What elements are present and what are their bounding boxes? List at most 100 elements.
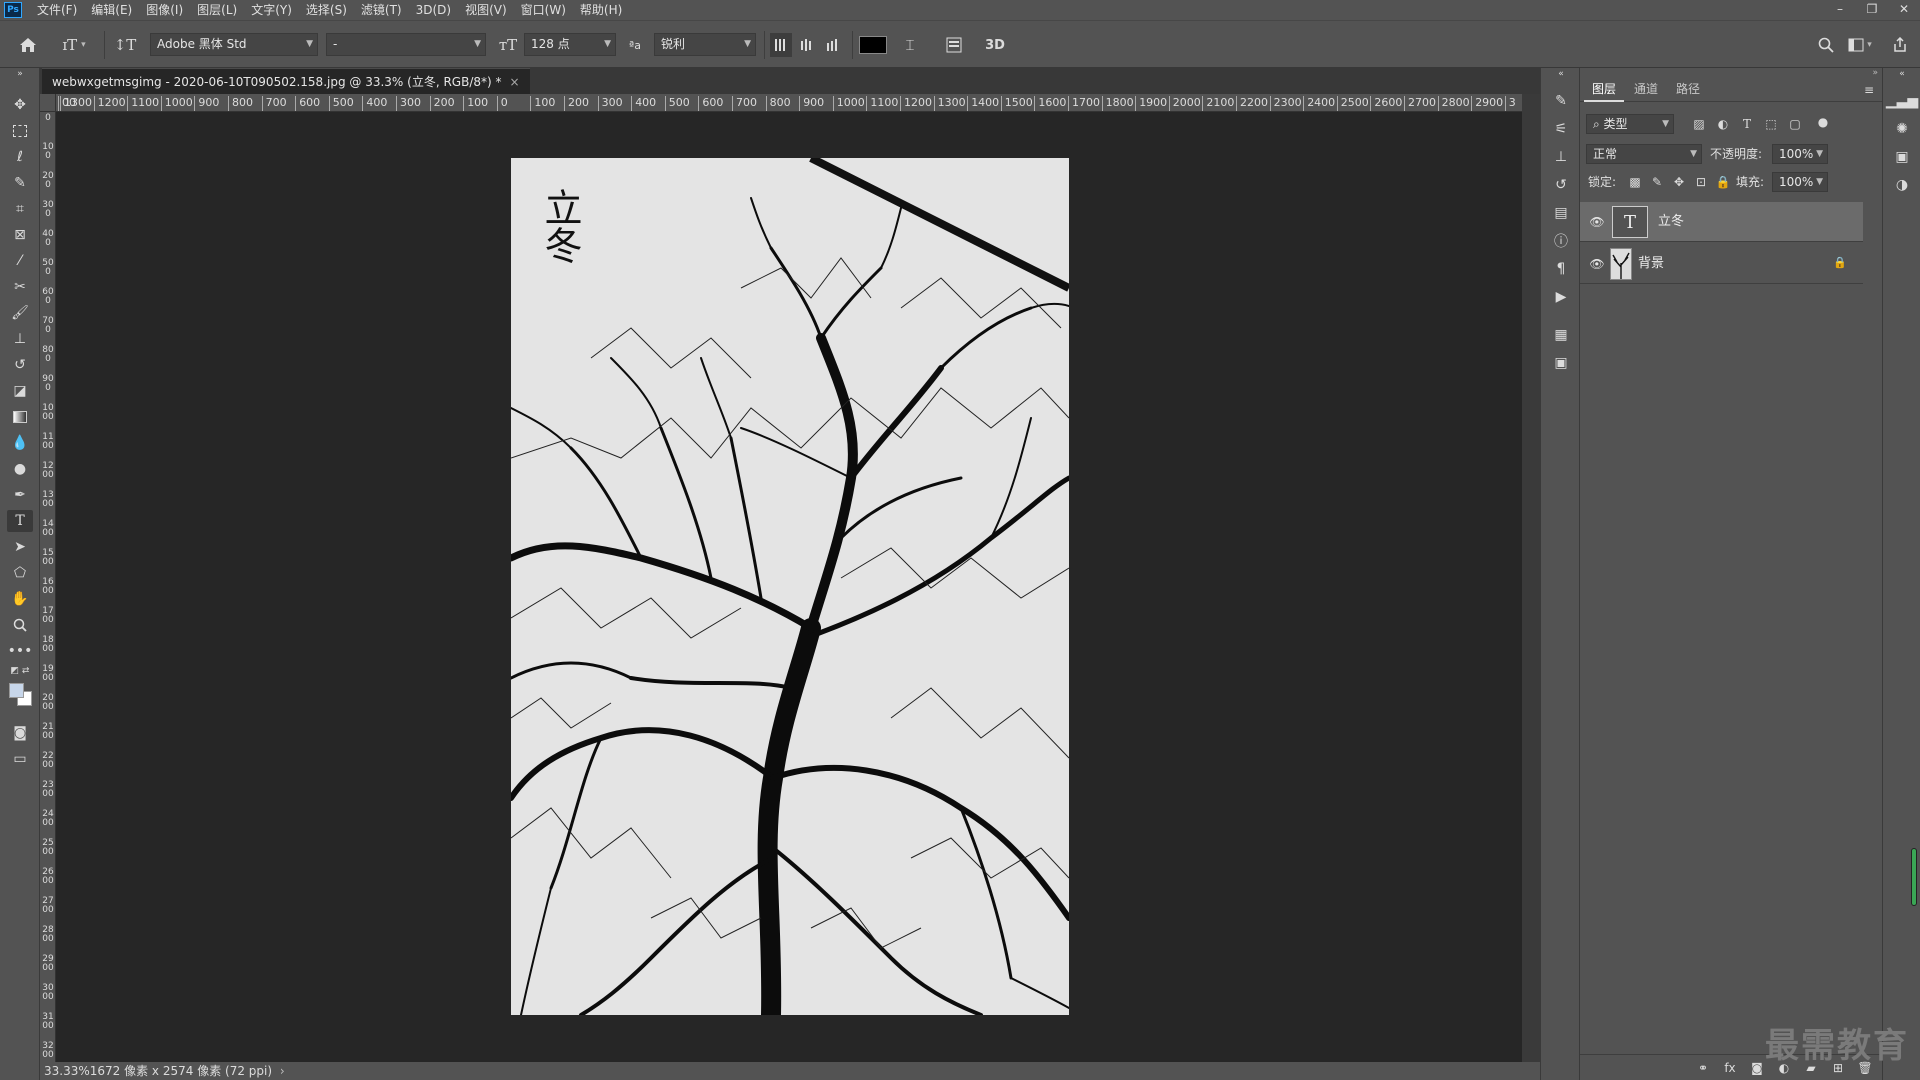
menu-filter[interactable]: 滤镜(T)	[354, 0, 409, 20]
lock-all-icon[interactable]: 🔒	[1714, 172, 1732, 192]
restore-button[interactable]: ❐	[1856, 0, 1888, 18]
move-tool-icon[interactable]: ✥	[7, 94, 33, 116]
collapse-icon[interactable]: «	[1890, 68, 1914, 80]
filter-shape-icon[interactable]: ⬚	[1762, 114, 1780, 134]
frame-tool-icon[interactable]: ⊠	[7, 224, 33, 246]
toggle-text-orientation-icon[interactable]: ↕T	[112, 33, 138, 57]
menu-help[interactable]: 帮助(H)	[573, 0, 629, 20]
close-tab-icon[interactable]: ×	[510, 75, 520, 89]
3d-button[interactable]: 3D	[982, 33, 1008, 57]
foreground-color-swatch[interactable]	[9, 683, 24, 698]
close-button[interactable]: ✕	[1888, 0, 1920, 18]
workspace-icon[interactable]: ▾	[1844, 33, 1876, 57]
blend-mode-select[interactable]: 正常 ▼	[1586, 144, 1702, 164]
text-color-swatch[interactable]	[858, 33, 888, 57]
filter-smart-object-icon[interactable]: ▢	[1786, 114, 1804, 134]
search-icon[interactable]	[1814, 33, 1838, 57]
align-center-icon[interactable]	[796, 33, 818, 57]
more-tools-icon[interactable]: •••	[7, 640, 33, 662]
layer-filter-select[interactable]: ⌕ 类型 ▼	[1586, 114, 1674, 134]
menu-window[interactable]: 窗口(W)	[514, 0, 573, 20]
gradient-tool-icon[interactable]	[7, 406, 33, 428]
notes-icon[interactable]: ▣	[1549, 352, 1573, 374]
align-right-icon[interactable]	[822, 33, 844, 57]
dodge-tool-icon[interactable]: ●	[7, 458, 33, 480]
actions-play-icon[interactable]: ▶	[1549, 286, 1573, 308]
eyedropper-tool-icon[interactable]: ⁄	[7, 250, 33, 272]
filter-adjustment-icon[interactable]: ◐	[1714, 114, 1732, 134]
align-left-icon[interactable]	[770, 33, 792, 57]
color-icon[interactable]: ◑	[1890, 174, 1914, 196]
filter-pixel-icon[interactable]: ▨	[1690, 114, 1708, 134]
brush-tool-icon[interactable]: 🖌	[7, 302, 33, 324]
histogram-icon[interactable]: ▁▃▅	[1886, 90, 1918, 112]
menu-type[interactable]: 文字(Y)	[244, 0, 299, 20]
document-tab[interactable]: webwxgetmsgimg - 2020-06-10T090502.158.j…	[42, 68, 530, 94]
panel-expand-icon[interactable]: »	[1580, 68, 1882, 78]
opacity-input[interactable]: 100% ▼	[1772, 144, 1828, 164]
minimize-button[interactable]: –	[1824, 0, 1856, 18]
filter-type-icon[interactable]: T	[1738, 114, 1756, 134]
character-panel-icon[interactable]	[942, 33, 966, 57]
navigator-icon[interactable]: ✺	[1890, 118, 1914, 140]
filter-toggle-icon[interactable]: ●	[1814, 112, 1832, 132]
horizontal-ruler[interactable]: 00 1300 1200 1100 1000 900 800 700 600 500 400 300 2…	[56, 94, 1522, 112]
tab-layers[interactable]: 图层	[1584, 78, 1625, 102]
add-mask-icon[interactable]: ◙	[1748, 1061, 1766, 1075]
eye-icon[interactable]: 👁	[1588, 255, 1606, 273]
lock-image-icon[interactable]: ✎	[1648, 172, 1666, 192]
menu-view[interactable]: 视图(V)	[458, 0, 514, 20]
link-layers-icon[interactable]: ⚭	[1694, 1061, 1712, 1075]
eraser-tool-icon[interactable]: ◪	[7, 380, 33, 402]
font-size-select[interactable]: 128 点 ▼	[524, 33, 616, 56]
swap-colors-icon[interactable]: ◩ ⇄	[7, 664, 33, 678]
crop-tool-icon[interactable]: ⌗	[7, 198, 33, 220]
healing-brush-tool-icon[interactable]: ✂	[7, 276, 33, 298]
swatches-icon[interactable]: ▣	[1890, 146, 1914, 168]
clone-stamp-tool-icon[interactable]: ⊥	[7, 328, 33, 350]
color-swatches[interactable]	[7, 680, 33, 710]
document-canvas[interactable]: 立冬	[511, 158, 1069, 1015]
properties-icon[interactable]: ▤	[1549, 202, 1573, 224]
warp-text-icon[interactable]: ⌶	[898, 33, 922, 57]
font-style-select[interactable]: - ▼	[326, 33, 486, 56]
home-icon[interactable]	[14, 33, 42, 57]
menu-edit[interactable]: 编辑(E)	[84, 0, 139, 20]
lock-artboard-icon[interactable]: ⊡	[1692, 172, 1710, 192]
paragraph-styles-icon[interactable]: ¶	[1549, 258, 1573, 280]
history-icon[interactable]: ↺	[1549, 174, 1573, 196]
menu-file[interactable]: 文件(F)	[30, 0, 84, 20]
lock-transparent-icon[interactable]: ▩	[1626, 172, 1644, 192]
antialias-select[interactable]: 锐利 ▼	[654, 33, 756, 56]
vertical-text-layer[interactable]: 立冬	[537, 188, 582, 264]
canvas-vertical-scrollbar[interactable]	[1522, 94, 1540, 1062]
info-icon[interactable]: ⓘ	[1549, 230, 1573, 252]
panel-menu-icon[interactable]: ≡	[1860, 80, 1878, 100]
lasso-tool-icon[interactable]: ℓ	[7, 146, 33, 168]
lock-position-icon[interactable]: ✥	[1670, 172, 1688, 192]
vertical-ruler[interactable]: 0 100 200 300 400 500 600 700 800 900 1000 1100 1200…	[40, 112, 56, 1062]
blur-tool-icon[interactable]: 💧	[7, 432, 33, 454]
libraries-icon[interactable]: ▦	[1549, 324, 1573, 346]
pen-tool-icon[interactable]: ✒	[7, 484, 33, 506]
status-arrow-icon[interactable]: ›	[280, 1064, 285, 1078]
hand-tool-icon[interactable]: ✋	[7, 588, 33, 610]
quick-mask-icon[interactable]: ◙	[7, 722, 33, 744]
shape-tool-icon[interactable]: ⬠	[7, 562, 33, 584]
menu-layer[interactable]: 图层(L)	[190, 0, 244, 20]
layer-row-background[interactable]: 👁 背景 🔒	[1580, 244, 1863, 284]
toolbox-collapse-icon[interactable]: »	[7, 68, 33, 80]
lock-icon[interactable]: 🔒	[1833, 256, 1847, 269]
menu-3d[interactable]: 3D(D)	[409, 0, 458, 20]
menu-image[interactable]: 图像(I)	[139, 0, 190, 20]
tool-preset-picker[interactable]: ɪT ▾	[54, 33, 94, 57]
font-family-select[interactable]: Adobe 黑体 Std ▼	[150, 33, 318, 56]
quick-selection-tool-icon[interactable]: ✎	[7, 172, 33, 194]
fill-input[interactable]: 100% ▼	[1772, 172, 1828, 192]
type-tool-icon[interactable]: T	[7, 510, 33, 532]
screen-mode-icon[interactable]: ▭	[7, 748, 33, 770]
clone-source-icon[interactable]: ⊥	[1549, 146, 1573, 168]
collapse-icon[interactable]: «	[1549, 68, 1573, 80]
fx-icon[interactable]: fx	[1721, 1061, 1739, 1075]
tab-paths[interactable]: 路径	[1668, 78, 1708, 102]
